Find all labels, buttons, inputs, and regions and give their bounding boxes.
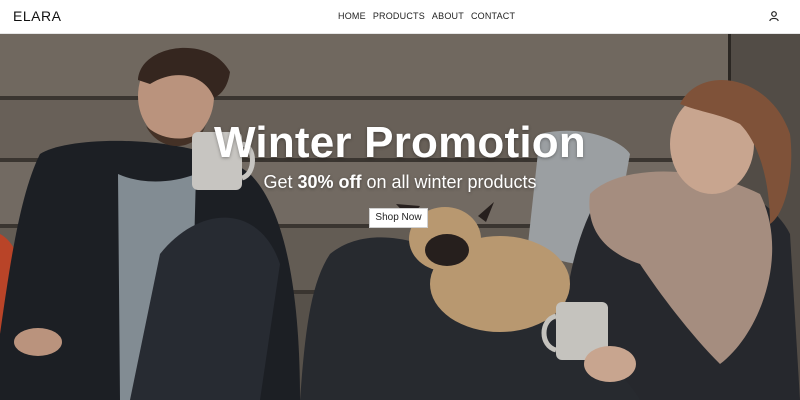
main-nav: HOME PRODUCTS ABOUT CONTACT [338,11,522,21]
nav-products[interactable]: PRODUCTS [373,11,425,21]
hero-subheadline: Get 30% off on all winter products [0,172,800,193]
discount-highlight: 30% off [297,172,362,192]
brand-logo[interactable]: ELARA [13,8,61,24]
subheadline-suffix: on all winter products [361,172,537,192]
hero-banner: Winter Promotion Get 30% off on all wint… [0,34,800,400]
hero-headline: Winter Promotion [214,118,586,167]
subheadline-prefix: Get [263,172,298,192]
user-icon[interactable] [768,10,780,22]
top-navbar: ELARA HOME PRODUCTS ABOUT CONTACT [0,0,800,34]
nav-home[interactable]: HOME [338,11,366,21]
shop-now-button[interactable]: Shop Now [369,208,428,228]
nav-contact[interactable]: CONTACT [471,11,515,21]
nav-about[interactable]: ABOUT [432,11,464,21]
